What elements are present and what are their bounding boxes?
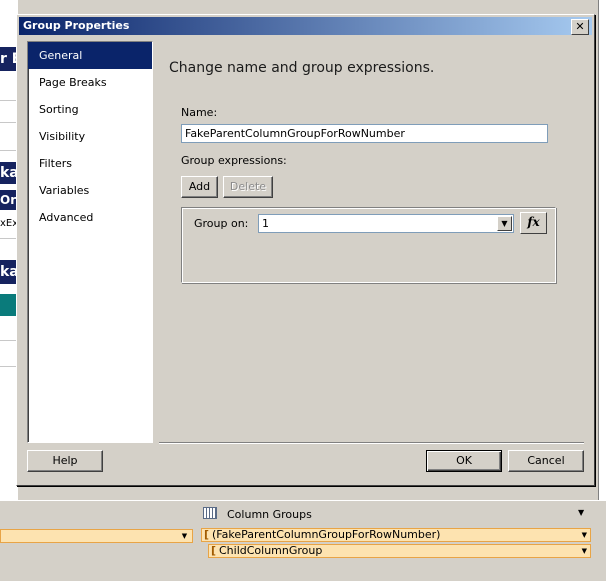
column-groups-icon	[203, 507, 217, 519]
nav-item-filters[interactable]: Filters	[28, 150, 152, 177]
nav-item-general[interactable]: General	[28, 42, 152, 69]
delete-button[interactable]: Delete	[223, 176, 273, 198]
name-label: Name:	[181, 106, 218, 119]
cancel-button[interactable]: Cancel	[508, 450, 584, 472]
nav-item-variables[interactable]: Variables	[28, 177, 152, 204]
title-bar[interactable]: Group Properties ✕	[19, 17, 592, 35]
background-right-edge	[598, 0, 606, 500]
column-group-item[interactable]: [ (FakeParentColumnGroupForRowNumber) ▼	[201, 528, 591, 542]
add-button[interactable]: Add	[181, 176, 218, 198]
chevron-down-icon[interactable]: ▼	[178, 530, 191, 542]
grouping-pane: ▼ Column Groups ▼ [ (FakeParentColumnGro…	[0, 500, 606, 581]
nav-item-visibility[interactable]: Visibility	[28, 123, 152, 150]
group-on-combobox[interactable]: 1 ▼	[258, 214, 514, 233]
close-button[interactable]: ✕	[571, 19, 589, 35]
ok-button[interactable]: OK	[426, 450, 502, 472]
column-groups-label: Column Groups	[227, 508, 312, 521]
chevron-down-icon[interactable]: ▼	[578, 508, 584, 517]
nav-item-page-breaks[interactable]: Page Breaks	[28, 69, 152, 96]
nav-item-advanced[interactable]: Advanced	[28, 204, 152, 231]
expression-button[interactable]: fx	[520, 212, 547, 234]
group-properties-dialog: Group Properties ✕ General Page Breaks S…	[16, 14, 595, 486]
group-expressions-box: Group on: 1 ▼ fx	[181, 207, 556, 283]
group-on-value: 1	[262, 217, 269, 230]
group-expressions-label: Group expressions:	[181, 154, 287, 167]
column-group-item[interactable]: [ ChildColumnGroup ▼	[208, 544, 591, 558]
chevron-down-icon[interactable]: ▼	[497, 216, 512, 231]
fx-icon: fx	[527, 215, 540, 229]
page-heading: Change name and group expressions.	[169, 60, 435, 76]
row-group-item[interactable]: ▼	[0, 529, 193, 543]
footer-separator	[159, 442, 584, 444]
dialog-title: Group Properties	[23, 19, 130, 32]
page-nav-list: General Page Breaks Sorting Visibility F…	[27, 41, 153, 443]
nav-item-sorting[interactable]: Sorting	[28, 96, 152, 123]
group-on-label: Group on:	[194, 217, 249, 230]
chevron-down-icon[interactable]: ▼	[582, 529, 587, 541]
name-input[interactable]	[181, 124, 548, 143]
chevron-down-icon[interactable]: ▼	[582, 545, 587, 557]
help-button[interactable]: Help	[27, 450, 103, 472]
close-icon: ✕	[575, 20, 585, 33]
